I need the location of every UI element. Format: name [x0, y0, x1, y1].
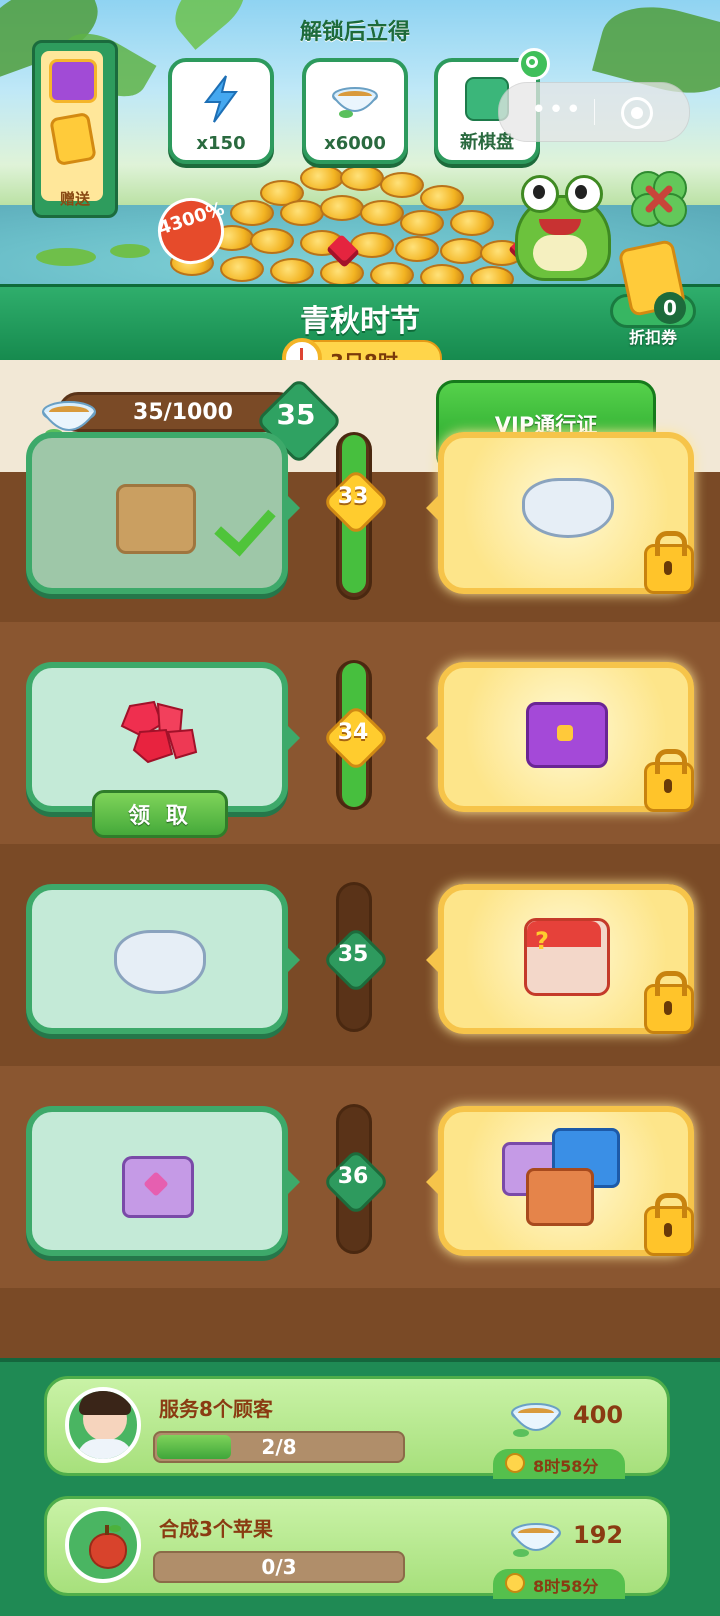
mystery-box-icon — [116, 484, 196, 554]
tea-bowl-icon — [511, 1523, 561, 1557]
close-button[interactable] — [628, 168, 690, 230]
level-badge: 33 — [322, 468, 390, 536]
free-reward-card[interactable] — [26, 1106, 300, 1256]
discount-coupon[interactable]: 0 折扣券 — [610, 238, 696, 348]
unlock-title: 解锁后立得 — [299, 20, 410, 45]
clover-close-icon — [631, 171, 687, 227]
task-time: 8时58分 — [533, 1457, 599, 1476]
level-badge: 36 — [322, 1148, 390, 1216]
purple-chest-icon — [122, 1156, 194, 1218]
coupon-count: 0 — [654, 292, 686, 324]
vip-reward-card[interactable] — [426, 1106, 694, 1256]
apple-avatar — [65, 1507, 141, 1583]
xp-text: 35/1000 — [133, 400, 233, 425]
task-time: 8时58分 — [533, 1577, 599, 1596]
claim-button[interactable]: 领 取 — [92, 790, 228, 838]
task-progress-bar: 2/8 — [153, 1431, 405, 1463]
frog-mascot — [505, 165, 615, 281]
task-progress-text: 0/3 — [261, 1555, 297, 1579]
current-level: 35 — [276, 398, 316, 431]
purple-chest-icon — [49, 59, 97, 103]
lock-icon — [644, 749, 694, 812]
level-badge: 34 — [322, 704, 390, 772]
vip-reward-card[interactable] — [426, 432, 694, 594]
lightning-icon — [203, 75, 238, 123]
more-icon[interactable]: ••• — [531, 95, 583, 125]
shell-bowl-icon — [114, 930, 206, 994]
vip-reward-card[interactable]: ? — [426, 884, 694, 1034]
checkmark-icon — [214, 493, 276, 557]
tea-bowl-icon — [511, 1403, 561, 1437]
purple-chest-icon — [526, 702, 608, 768]
season-title: 青秋时节 — [300, 304, 420, 339]
task-timer: 8时58分 — [493, 1449, 625, 1479]
task-progress-bar: 0/3 — [153, 1551, 405, 1583]
avatar — [65, 1387, 141, 1463]
task-item[interactable]: 服务8个顾客 2/8 400 8时58分 — [44, 1376, 670, 1479]
free-reward-card[interactable]: 领 取 — [26, 662, 300, 838]
task-reward: 400 — [573, 1401, 624, 1429]
free-reward-card[interactable] — [26, 884, 300, 1034]
reward-card-tea[interactable]: x6000 — [302, 58, 408, 164]
level-badge: 35 — [322, 926, 390, 994]
lock-icon — [644, 971, 694, 1034]
shell-bowl-icon — [522, 478, 614, 538]
gift-scroll[interactable]: 赠送 — [32, 40, 118, 218]
task-reward: 192 — [573, 1521, 624, 1549]
reward-row-34: 领 取 34 — [0, 622, 720, 844]
red-mystery-box-icon: ? — [524, 918, 610, 996]
task-progress-text: 2/8 — [261, 1435, 297, 1459]
free-reward-card[interactable] — [26, 432, 300, 594]
reward-row-33: 33 — [0, 432, 720, 622]
clock-icon — [505, 1453, 525, 1473]
magnify-icon[interactable] — [518, 48, 550, 80]
reward-card-energy[interactable]: x150 — [168, 58, 274, 164]
gift-label: 赠送 — [59, 190, 90, 208]
reward-row-36: 36 — [0, 1066, 720, 1288]
task-title: 服务8个顾客 — [159, 1397, 273, 1421]
reward-amount: x150 — [196, 133, 246, 154]
close-miniprogram-icon[interactable] — [621, 97, 653, 129]
lock-icon — [644, 531, 694, 594]
coupon-label: 折扣券 — [628, 328, 677, 347]
miniprogram-capsule[interactable]: ••• — [498, 82, 690, 142]
ruby-gems-icon — [120, 700, 198, 764]
reward-row-35: 35 ? — [0, 844, 720, 1066]
vip-reward-card[interactable] — [426, 662, 694, 812]
clock-icon — [505, 1573, 525, 1593]
gold-ticket-icon — [49, 111, 97, 167]
apple-icon — [89, 1525, 127, 1569]
reward-amount: x6000 — [324, 133, 386, 154]
lock-icon — [644, 1193, 694, 1256]
task-timer: 8时58分 — [493, 1569, 625, 1599]
tea-bowl-icon — [332, 87, 378, 118]
task-title: 合成3个苹果 — [159, 1517, 273, 1541]
task-item[interactable]: 合成3个苹果 0/3 192 8时58分 — [44, 1496, 670, 1599]
